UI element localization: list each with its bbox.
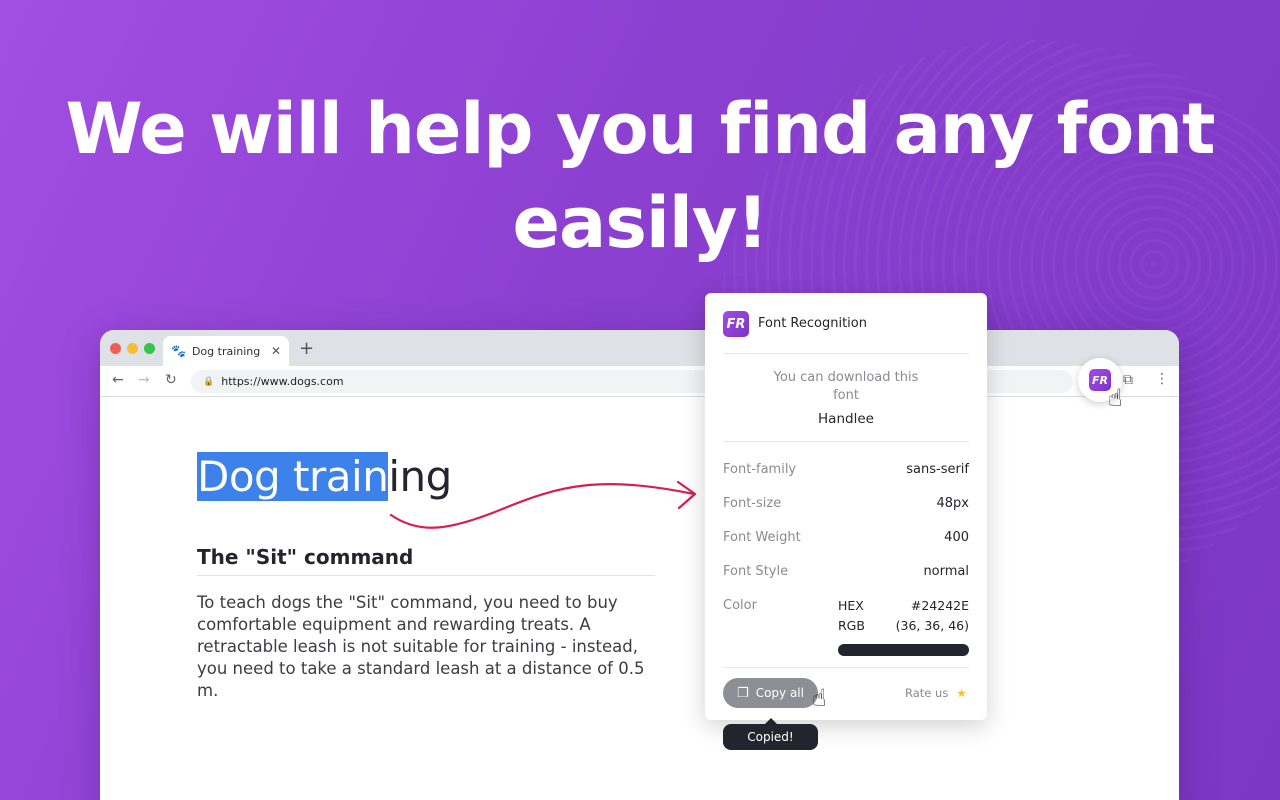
copied-tooltip: Copied! xyxy=(723,718,818,750)
reload-icon[interactable]: ↻ xyxy=(165,372,177,388)
hex-label: HEX xyxy=(838,598,864,613)
hand-cursor-icon: ☝ xyxy=(1108,384,1123,412)
copy-all-button[interactable]: ❐ Copy all xyxy=(723,678,818,708)
rgb-row: RGB (36, 36, 46) xyxy=(838,616,969,636)
prop-value: 400 xyxy=(944,530,969,545)
back-icon[interactable]: ← xyxy=(112,372,124,388)
forward-icon[interactable]: → xyxy=(138,372,150,388)
prop-value: 48px xyxy=(936,496,970,511)
font-recognition-popup: FR Font Recognition You can download thi… xyxy=(705,293,987,720)
menu-dots-icon[interactable]: ⋮ xyxy=(1155,371,1169,387)
paw-icon: 🐾 xyxy=(171,344,186,358)
color-swatch xyxy=(838,644,969,656)
browser-tab[interactable]: 🐾 Dog training ✕ xyxy=(163,336,289,366)
lock-icon: 🔒 xyxy=(203,376,215,387)
url-text: https://www.dogs.com xyxy=(221,375,344,388)
tab-title: Dog training xyxy=(191,344,261,358)
prop-font-style: Font Style normal xyxy=(723,564,969,579)
headline: We will help you find any font easily! xyxy=(65,88,1216,264)
prop-value: normal xyxy=(923,564,969,579)
hex-row: HEX #24242E xyxy=(838,596,969,616)
download-text: You can download this font xyxy=(773,370,919,403)
rgb-value[interactable]: (36, 36, 46) xyxy=(896,616,969,636)
browser-window: 🐾 Dog training ✕ + ← → ↻ 🔒 https://www.d… xyxy=(100,330,1179,800)
copy-icon: ❐ xyxy=(737,685,749,701)
prop-label: Font-family xyxy=(723,462,797,477)
hand-cursor-icon: ☝ xyxy=(812,684,827,712)
rgb-label: RGB xyxy=(838,618,865,633)
font-recognition-logo: FR xyxy=(723,311,749,337)
window-close-dot[interactable] xyxy=(110,343,121,354)
rate-us-link[interactable]: Rate us ★ xyxy=(905,686,967,700)
extension-puzzle-icon[interactable]: ⧉ xyxy=(1123,372,1133,388)
download-box[interactable]: You can download this font Handlee xyxy=(723,369,969,442)
selected-text[interactable]: Dog train xyxy=(197,452,389,501)
section-body: To teach dogs the "Sit" command, you nee… xyxy=(197,593,645,700)
prop-font-weight: Font Weight 400 xyxy=(723,530,969,545)
color-label: Color xyxy=(723,598,757,613)
font-name[interactable]: Handlee xyxy=(723,411,969,427)
popup-header: FR Font Recognition xyxy=(723,311,969,354)
heading-rest: ing xyxy=(388,452,452,501)
hex-value[interactable]: #24242E xyxy=(911,596,969,616)
page-heading: Dog training xyxy=(197,452,452,502)
copy-all-label: Copy all xyxy=(755,686,804,700)
prop-label: Font Style xyxy=(723,564,789,579)
tab-strip: 🐾 Dog training ✕ + xyxy=(100,330,1179,366)
prop-font-size: Font-size 48px xyxy=(723,496,969,511)
color-block: HEX #24242E RGB (36, 36, 46) xyxy=(838,596,969,656)
section-title: The "Sit" command xyxy=(197,545,655,576)
prop-font-family: Font-family sans-serif xyxy=(723,462,969,477)
prop-value: sans-serif xyxy=(906,462,969,477)
popup-title: Font Recognition xyxy=(758,316,867,331)
prop-label: Font Weight xyxy=(723,530,801,545)
window-maximize-dot[interactable] xyxy=(144,343,155,354)
rate-us-label: Rate us xyxy=(905,686,949,700)
footer-divider xyxy=(723,667,969,668)
browser-toolbar: ← → ↻ 🔒 https://www.dogs.com ⧉ ⋮ xyxy=(100,366,1179,397)
prop-label: Font-size xyxy=(723,496,782,511)
plus-icon[interactable]: + xyxy=(299,338,314,359)
star-icon: ★ xyxy=(956,686,967,700)
window-minimize-dot[interactable] xyxy=(127,343,138,354)
close-icon[interactable]: ✕ xyxy=(271,344,281,358)
